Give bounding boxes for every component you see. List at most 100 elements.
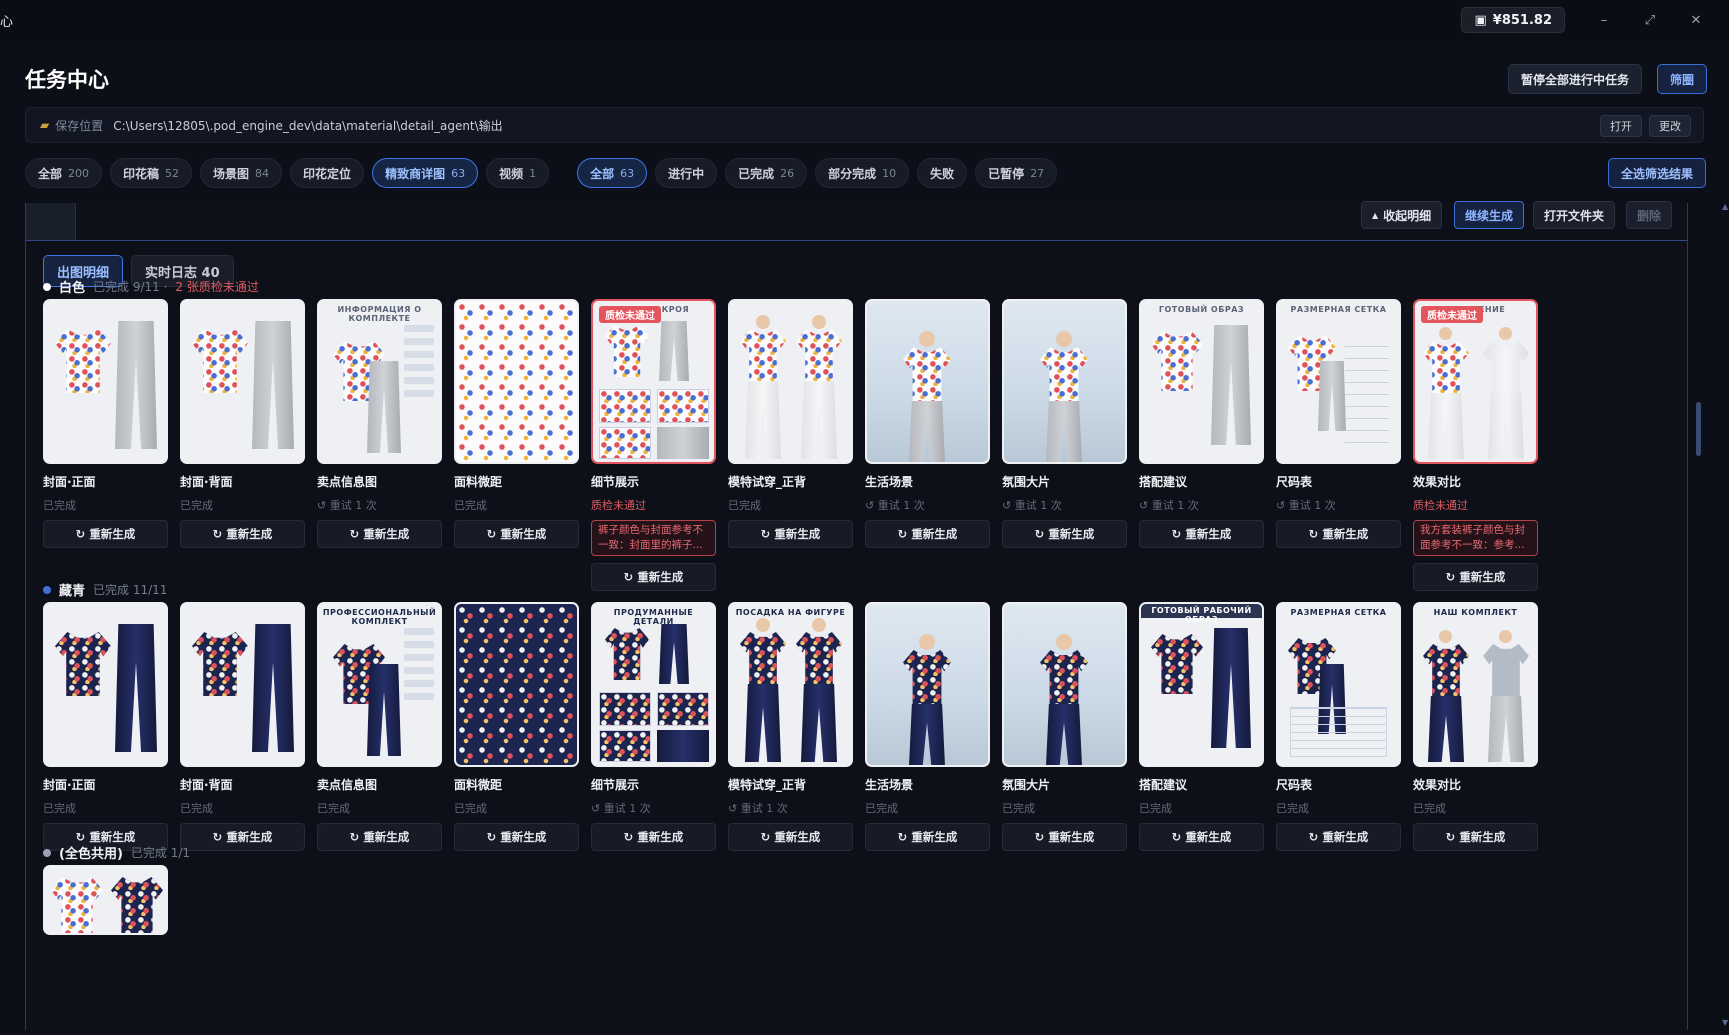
image-title: 面料微距 <box>454 778 503 792</box>
chip-status-all[interactable]: 全部 63 <box>577 158 648 188</box>
task-detail-panel: ▲ 收起明细 继续生成 打开文件夹 删除 出图明细 实时日志 40 白色 已完成 9… <box>25 201 1728 1030</box>
regenerate-button[interactable]: ↻ 重新生成 <box>43 520 168 548</box>
image-status: ↺ 重试 1 次 <box>317 499 377 512</box>
chip-type-detail[interactable]: 精致商详图 63 <box>372 158 479 188</box>
regenerate-button[interactable]: ↻ 重新生成 <box>317 823 442 851</box>
select-all-results-button[interactable]: 全选筛选结果 <box>1608 158 1707 188</box>
generated-image[interactable] <box>43 602 168 767</box>
image-card: ДОБРЫЙ ПРИЕМ 生活场景 ↺ 重试 1 次 ↻重新生成 <box>865 299 990 591</box>
regenerate-button[interactable]: ↻ 重新生成 <box>1002 823 1127 851</box>
collapse-detail-button[interactable]: ▲ 收起明细 <box>1361 201 1443 229</box>
refresh-icon: ↻ <box>1034 830 1045 844</box>
continue-generate-button[interactable]: 继续生成 <box>1454 201 1525 229</box>
refresh-icon: ↻ <box>1308 527 1319 541</box>
filter-button[interactable]: 筛圈 <box>1657 64 1708 94</box>
regenerate-button[interactable]: ↻ 重新生成 <box>1139 823 1264 851</box>
open-path-button[interactable]: 打开 <box>1600 115 1642 137</box>
save-location-bar: ▰ 保存位置 C:\Users\12805\.pod_engine_dev\da… <box>25 107 1704 143</box>
generated-image[interactable]: РАЗМЕРНАЯ СЕТКА <box>1276 602 1401 767</box>
generated-image[interactable]: ПОСАДКА НА ФИГУРЕ <box>728 602 853 767</box>
generated-image[interactable]: ТКАНЬ И ПРИНТ <box>454 602 579 767</box>
regenerate-button[interactable]: ↻ 重新生成 <box>865 520 990 548</box>
maximize-button[interactable]: ⤢ <box>1627 13 1673 28</box>
refresh-icon: ↻ <box>623 570 634 584</box>
chip-type-print-position[interactable]: 印花定位 <box>290 158 365 188</box>
refresh-icon: ↻ <box>212 830 223 844</box>
chip-status-partial[interactable]: 部分完成 10 <box>815 158 910 188</box>
regenerate-button[interactable]: ↻ 重新生成 <box>1276 520 1401 548</box>
regenerate-button[interactable]: ↻ 重新生成 <box>180 520 305 548</box>
image-caption: НАШ КОМПЛЕКТ <box>1433 608 1518 617</box>
wallet-icon: ▣ <box>1474 12 1487 28</box>
image-card: РАЗМЕРНАЯ СЕТКА 尺码表 已完成 ↻ 重新生成 <box>1276 602 1401 851</box>
generated-image[interactable]: ДЛЯ ЗАБОТЫ КАЖДЫЙ ДЕНЬ <box>865 602 990 767</box>
generated-image[interactable] <box>43 865 168 935</box>
generated-image[interactable]: ДОБРЫЙ ПРИЕМ <box>865 299 990 464</box>
regenerate-button[interactable]: ↻ 重新生成 <box>1413 563 1538 591</box>
scrollbar-thumb[interactable] <box>1696 402 1701 456</box>
regenerate-button[interactable]: ↻ 重新生成 <box>1276 823 1401 851</box>
image-card: 封面·背面 已完成 ↻ 重新生成 <box>180 299 305 591</box>
regenerate-button[interactable]: ↻ 重新生成 <box>728 520 853 548</box>
generated-image[interactable] <box>43 299 168 464</box>
minimize-button[interactable]: – <box>1581 13 1627 28</box>
group-dot-icon <box>43 282 51 291</box>
chip-type-scene[interactable]: 场景图 84 <box>200 158 283 188</box>
image-card: МЯГКИЙ ОБРАЗ ПРОФЕССИИ 氛围大片已完成 ↻重新生成 <box>1002 602 1127 851</box>
generated-image[interactable]: ДЕТАЛИ КРОЯ质检未通过 <box>591 299 716 464</box>
generated-image[interactable]: НАШ КОМПЛЕКТ <box>1413 602 1538 767</box>
regenerate-button[interactable]: ↻ 重新生成 <box>454 823 579 851</box>
regenerate-button[interactable]: ↻ 重新生成 <box>591 823 716 851</box>
scroll-up-icon[interactable]: ▲ <box>1722 202 1728 211</box>
image-status: 已完成 <box>317 802 350 815</box>
chip-status-failed[interactable]: 失败 <box>917 158 968 188</box>
regenerate-button[interactable]: ↻ 重新生成 <box>1139 520 1264 548</box>
generated-image[interactable]: ИНФОРМАЦИЯ О КОМПЛЕКТЕ <box>317 299 442 464</box>
chip-type-print[interactable]: 印花稿 52 <box>110 158 193 188</box>
generated-image[interactable]: ГОТОВЫЙ ОБРАЗ <box>1139 299 1264 464</box>
change-path-button[interactable]: 更改 <box>1649 115 1691 137</box>
page-title: 任务中心 <box>25 68 109 92</box>
chip-type-video[interactable]: 视频 1 <box>486 158 550 188</box>
scroll-down-icon[interactable]: ▼ <box>1722 1018 1728 1027</box>
chip-type-all[interactable]: 全部 200 <box>25 158 103 188</box>
delete-button[interactable]: 删除 <box>1626 201 1673 229</box>
close-button[interactable]: ✕ <box>1673 13 1719 28</box>
group-dot-icon <box>43 848 51 857</box>
generated-image[interactable] <box>180 602 305 767</box>
generated-image[interactable] <box>728 299 853 464</box>
panel-toolbar: ▲ 收起明细 继续生成 打开文件夹 删除 <box>26 201 1687 241</box>
balance-badge[interactable]: ▣ ¥851.82 <box>1461 7 1565 33</box>
regenerate-button[interactable]: ↻ 重新生成 <box>454 520 579 548</box>
qc-error-message: 裤子颜色与封面参考不一致：封面里的裤子... <box>591 520 716 556</box>
generated-image[interactable]: ПРОДУМАННЫЕ ДЕТАЛИ <box>591 602 716 767</box>
generated-image[interactable]: МЯГКАЯ ЗАБОТА <box>1002 299 1127 464</box>
task-thumbnail <box>26 203 76 240</box>
image-status: 已完成 <box>454 802 487 815</box>
regenerate-button[interactable]: ↻ 重新生成 <box>1002 520 1127 548</box>
regenerate-button[interactable]: ↻ 重新生成 <box>865 823 990 851</box>
generated-image[interactable] <box>180 299 305 464</box>
chip-status-running[interactable]: 进行中 <box>655 158 718 188</box>
regenerate-button[interactable]: ↻ 重新生成 <box>1413 823 1538 851</box>
image-status: 质检未通过 <box>1413 499 1468 512</box>
generated-image[interactable] <box>454 299 579 464</box>
regenerate-button[interactable]: ↻ 重新生成 <box>591 563 716 591</box>
generated-image[interactable]: ГОТОВЫЙ РАБОЧИЙ ОБРАЗ <box>1139 602 1264 767</box>
open-folder-button[interactable]: 打开文件夹 <box>1533 201 1616 229</box>
generated-image[interactable]: СРАВНЕНИЕ质检未通过 <box>1413 299 1538 464</box>
group-name: (全色共用) <box>59 847 123 862</box>
regenerate-button[interactable]: ↻ 重新生成 <box>180 823 305 851</box>
refresh-icon: ↻ <box>75 527 86 541</box>
pause-all-button[interactable]: 暂停全部进行中任务 <box>1508 64 1643 94</box>
generated-image[interactable]: РАЗМЕРНАЯ СЕТКА <box>1276 299 1401 464</box>
regenerate-button[interactable]: ↻ 重新生成 <box>317 520 442 548</box>
image-status: ↺ 重试 1 次 <box>1139 499 1199 512</box>
generated-image[interactable]: МЯГКИЙ ОБРАЗ ПРОФЕССИИ <box>1002 602 1127 767</box>
title-bar: 心 ▣ ¥851.82 – ⤢ ✕ <box>0 0 1729 40</box>
generated-image[interactable]: ПРОФЕССИОНАЛЬНЫЙ КОМПЛЕКТ <box>317 602 442 767</box>
regenerate-button[interactable]: ↻ 重新生成 <box>728 823 853 851</box>
chip-status-done[interactable]: 已完成 26 <box>725 158 808 188</box>
image-status: ↺ 重试 1 次 <box>728 802 788 815</box>
chip-status-paused[interactable]: 已暂停 27 <box>975 158 1058 188</box>
